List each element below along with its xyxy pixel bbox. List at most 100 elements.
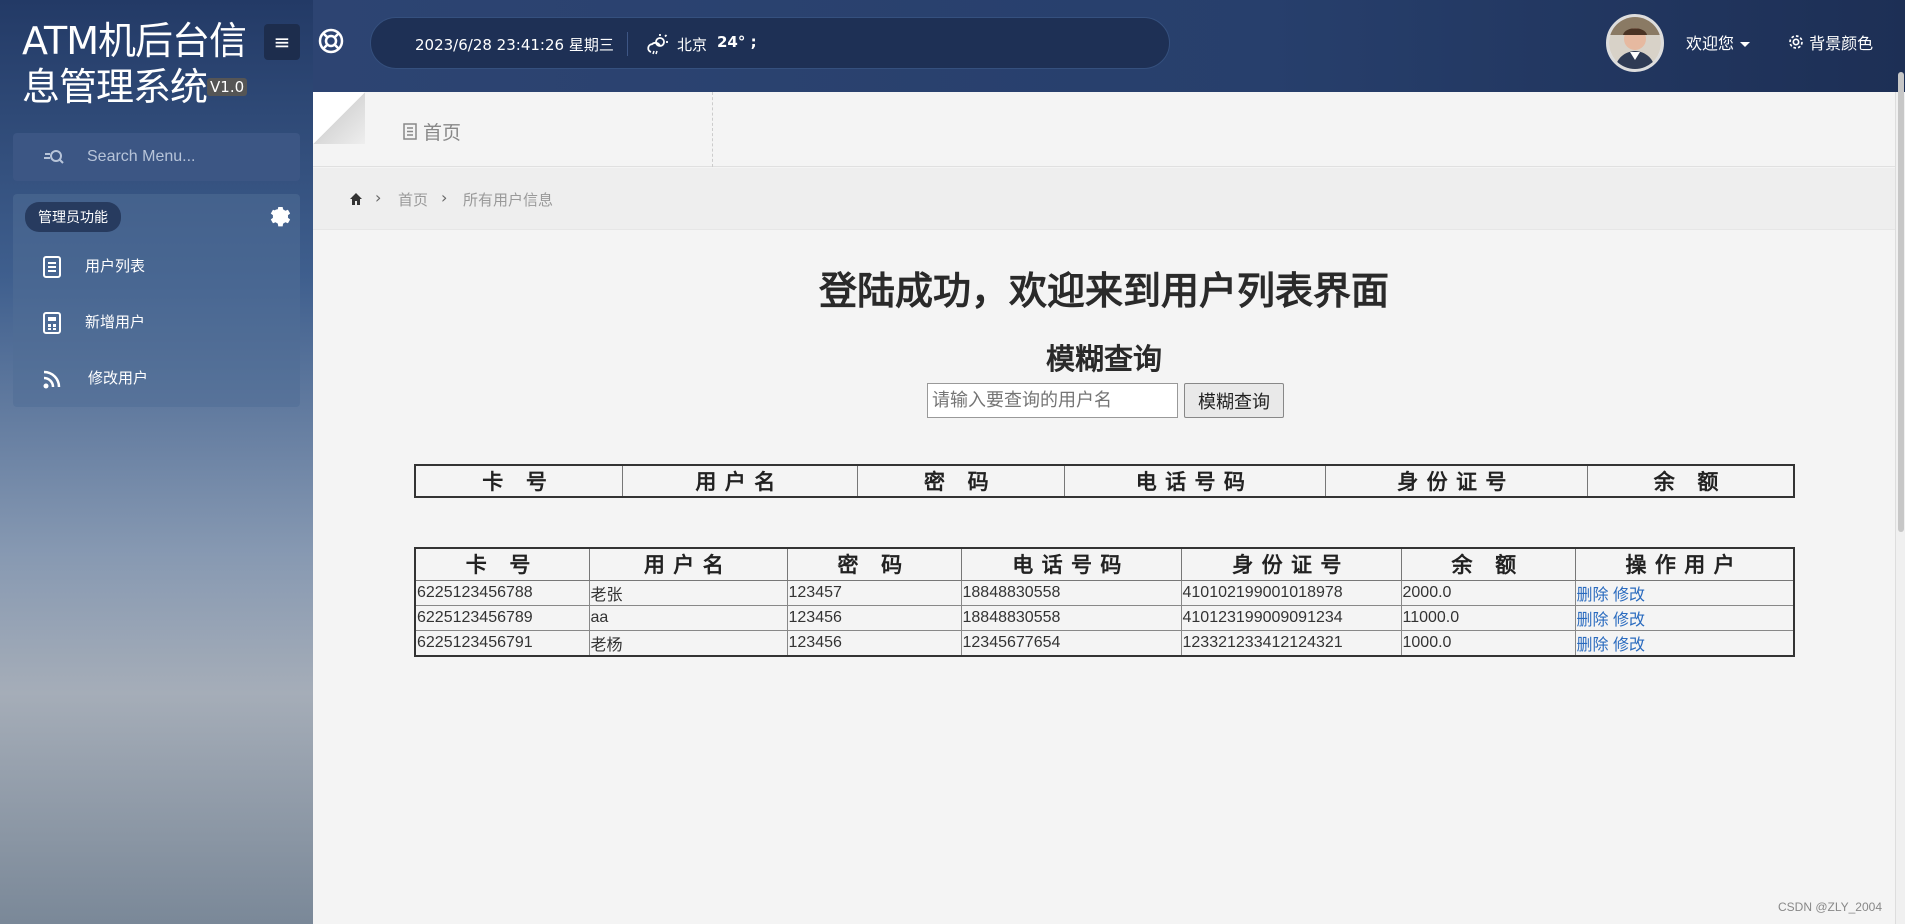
home-icon[interactable] bbox=[349, 192, 363, 206]
cell-balance: 1000.0 bbox=[1400, 629, 1576, 656]
document-icon bbox=[403, 123, 417, 140]
cell-card-number: 6225123456789 bbox=[414, 604, 590, 631]
sidebar-item-add-user[interactable]: 新增用户 bbox=[13, 296, 300, 346]
tab-label: 首页 bbox=[423, 122, 462, 144]
cell-card-number: 6225123456788 bbox=[414, 579, 590, 606]
table-row: 6225123456791 老杨 123456 12345677654 1233… bbox=[414, 629, 1795, 656]
main-content: 首页 › 首页 › 所有用户信息 登陆成功，欢迎来到用户列表界面 模糊查询 模糊… bbox=[313, 92, 1895, 924]
weather-cloud-sun-icon bbox=[647, 34, 668, 55]
column-header: 卡 号 bbox=[414, 464, 623, 498]
info-bar: 2023/6/28 23:41:26 星期三 北京 24° ; bbox=[370, 17, 1170, 69]
scrollbar-thumb[interactable] bbox=[1898, 72, 1904, 532]
background-color-label: 背景颜色 bbox=[1809, 34, 1874, 53]
app-logo: ATM机后台信息管理系统 V1.0 bbox=[22, 18, 262, 113]
chevron-right-icon: › bbox=[375, 188, 382, 207]
welcome-label: 欢迎您 bbox=[1686, 34, 1735, 53]
chevron-right-icon: › bbox=[441, 188, 448, 207]
weather-temperature: 24° ; bbox=[717, 33, 757, 51]
column-header: 余 额 bbox=[1586, 464, 1795, 498]
calculator-icon bbox=[43, 312, 61, 334]
query-result-table: 卡 号 用户名 密 码 电话号码 身份证号 余 额 bbox=[414, 464, 1795, 498]
column-header: 密 码 bbox=[856, 464, 1065, 498]
document-icon bbox=[43, 256, 61, 278]
column-header: 操作用户 bbox=[1574, 547, 1795, 581]
user-list-table: 卡 号 用户名 密 码 电话号码 身份证号 余 额 操作用户 622512345… bbox=[414, 547, 1795, 657]
background-color-button[interactable]: 背景颜色 bbox=[1788, 30, 1873, 54]
sidebar-item-label: 新增用户 bbox=[85, 313, 146, 331]
watermark: CSDN @ZLY_2004 bbox=[1778, 900, 1883, 914]
column-header: 卡 号 bbox=[414, 547, 590, 581]
avatar-image bbox=[1609, 17, 1661, 69]
caret-down-icon bbox=[1740, 42, 1751, 47]
breadcrumb-home[interactable]: 首页 bbox=[398, 189, 428, 210]
column-header: 电话号码 bbox=[1063, 464, 1326, 498]
cell-id-number: 410123199009091234 bbox=[1180, 604, 1402, 631]
hamburger-icon: ≡ bbox=[273, 30, 291, 54]
edit-link[interactable]: 修改 bbox=[1613, 637, 1645, 654]
avatar[interactable] bbox=[1606, 14, 1664, 72]
column-header: 密 码 bbox=[786, 547, 962, 581]
column-header: 身份证号 bbox=[1324, 464, 1588, 498]
sidebar-menu: 管理员功能 用户列表 新增用户 修改用户 bbox=[13, 194, 300, 407]
cell-balance: 11000.0 bbox=[1400, 604, 1576, 631]
menu-toggle-button[interactable]: ≡ bbox=[264, 24, 300, 60]
fuzzy-search-button[interactable]: 模糊查询 bbox=[1184, 383, 1284, 418]
delete-link[interactable]: 删除 bbox=[1577, 612, 1609, 629]
cell-username: 老杨 bbox=[588, 629, 788, 656]
edit-link[interactable]: 修改 bbox=[1613, 612, 1645, 629]
edit-link[interactable]: 修改 bbox=[1613, 587, 1645, 604]
table-header-row: 卡 号 用户名 密 码 电话号码 身份证号 余 额 bbox=[414, 464, 1795, 498]
user-dropdown[interactable]: 欢迎您 bbox=[1686, 30, 1751, 54]
weather-city: 北京 bbox=[677, 36, 708, 54]
column-header: 身份证号 bbox=[1180, 547, 1402, 581]
sidebar-item-label: 修改用户 bbox=[88, 369, 149, 387]
cell-username: aa bbox=[588, 604, 788, 631]
cell-password: 123456 bbox=[786, 629, 962, 656]
column-header: 用户名 bbox=[621, 464, 858, 498]
lifebuoy-icon[interactable] bbox=[316, 26, 346, 56]
cell-phone: 18848830558 bbox=[960, 604, 1182, 631]
divider bbox=[627, 32, 628, 56]
breadcrumb-current: 所有用户信息 bbox=[463, 191, 554, 209]
cell-actions: 删除 修改 bbox=[1574, 629, 1795, 656]
gear-icon[interactable] bbox=[267, 203, 291, 227]
cell-phone: 12345677654 bbox=[960, 629, 1182, 656]
cell-actions: 删除 修改 bbox=[1574, 604, 1795, 631]
page-fold bbox=[313, 92, 365, 144]
sidebar: ATM机后台信息管理系统 V1.0 Search Menu... 管理员功能 用户… bbox=[0, 0, 313, 924]
version-badge: V1.0 bbox=[207, 77, 248, 96]
search-title: 模糊查询 bbox=[1045, 342, 1162, 376]
tab-bar: 首页 bbox=[313, 92, 1895, 167]
column-header: 电话号码 bbox=[960, 547, 1182, 581]
table-row: 6225123456789 aa 123456 18848830558 4101… bbox=[414, 604, 1795, 631]
cell-username: 老张 bbox=[588, 579, 788, 606]
cell-balance: 2000.0 bbox=[1400, 579, 1576, 606]
datetime-display: 2023/6/28 23:41:26 星期三 bbox=[415, 36, 614, 54]
cell-id-number: 410102199001018978 bbox=[1180, 579, 1402, 606]
gear-icon bbox=[1789, 35, 1803, 49]
table-row: 6225123456788 老张 123457 18848830558 4101… bbox=[414, 579, 1795, 606]
tab-home[interactable]: 首页 bbox=[403, 118, 461, 145]
scrollbar[interactable] bbox=[1895, 72, 1905, 924]
section-label: 管理员功能 bbox=[25, 202, 121, 232]
cell-password: 123457 bbox=[786, 579, 962, 606]
delete-link[interactable]: 删除 bbox=[1577, 587, 1609, 604]
sidebar-search[interactable]: Search Menu... bbox=[13, 133, 300, 181]
top-header: ≡ 2023/6/28 23:41:26 星期三 北京 24° ; 欢迎您 背景… bbox=[264, 0, 1905, 92]
rss-icon bbox=[43, 370, 61, 389]
delete-link[interactable]: 删除 bbox=[1577, 637, 1609, 654]
cell-id-number: 123321233412124321 bbox=[1180, 629, 1402, 656]
page-title: 登陆成功，欢迎来到用户列表界面 bbox=[818, 269, 1389, 313]
sidebar-item-user-list[interactable]: 用户列表 bbox=[13, 240, 300, 290]
sidebar-search-placeholder: Search Menu... bbox=[87, 148, 196, 165]
username-search-input[interactable] bbox=[927, 383, 1178, 418]
cell-actions: 删除 修改 bbox=[1574, 579, 1795, 606]
cell-password: 123456 bbox=[786, 604, 962, 631]
sidebar-item-label: 用户列表 bbox=[85, 257, 146, 275]
divider bbox=[712, 92, 713, 167]
table-header-row: 卡 号 用户名 密 码 电话号码 身份证号 余 额 操作用户 bbox=[414, 547, 1795, 581]
column-header: 用户名 bbox=[588, 547, 788, 581]
sidebar-item-edit-user[interactable]: 修改用户 bbox=[13, 352, 300, 402]
cell-card-number: 6225123456791 bbox=[414, 629, 590, 656]
search-icon bbox=[44, 150, 64, 164]
